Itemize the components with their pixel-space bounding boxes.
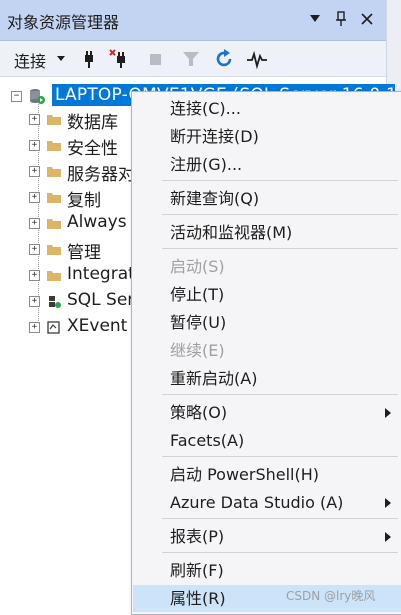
stop-icon[interactable] (145, 48, 167, 70)
menu-item-label: 启动 PowerShell(H) (170, 465, 320, 484)
menu-item[interactable]: 停止(T) (133, 281, 401, 308)
submenu-arrow-icon (385, 408, 391, 418)
expand-toggle[interactable]: + (29, 244, 40, 255)
menu-item-label: 停止(T) (170, 285, 225, 304)
menu-item-label: Facets(A) (170, 431, 245, 450)
context-menu: 连接(C)... 断开连接(D) 注册(G)... 新建查询(Q) 活动和监视器(M) 启… (131, 91, 401, 615)
connect-plug-icon[interactable] (78, 48, 100, 70)
activity-monitor-icon[interactable] (246, 48, 268, 70)
server-icon (30, 89, 45, 104)
sql-agent-icon (49, 296, 61, 308)
panel-title-bar: 对象资源管理器 (0, 0, 386, 41)
menu-item[interactable]: 启动(S) (133, 253, 401, 280)
menu-item-label: 暂停(U) (170, 313, 227, 332)
menu-item[interactable]: 策略(O) (133, 399, 401, 426)
panel-dropdown-button[interactable] (304, 8, 326, 30)
expand-toggle[interactable]: + (29, 296, 40, 307)
close-icon (361, 13, 373, 25)
menu-item[interactable]: 活动和监视器(M) (133, 219, 401, 246)
refresh-icon[interactable] (213, 48, 235, 70)
menu-item[interactable]: Facets(A) (133, 427, 401, 454)
submenu-arrow-icon (385, 532, 391, 542)
menu-separator (162, 456, 398, 457)
menu-item-label: 刷新(F) (170, 561, 224, 580)
menu-item[interactable]: 暂停(U) (133, 309, 401, 336)
connect-dropdown-button[interactable]: 连接 (14, 48, 46, 72)
filter-icon[interactable] (180, 48, 202, 70)
expand-toggle[interactable]: + (29, 166, 40, 177)
tree-node-label: SQL Ser (67, 290, 135, 310)
tree-node-label: 管理 (67, 243, 101, 263)
menu-item-label: Azure Data Studio (A) (170, 493, 344, 512)
menu-item-label: 活动和监视器(M) (170, 223, 293, 242)
menu-item-label: 继续(E) (170, 341, 225, 360)
tree-node-label: 服务器对 (67, 165, 135, 185)
dropdown-arrow-icon (310, 15, 320, 22)
menu-item-label: 启动(S) (170, 257, 225, 276)
tree-node-label: 复制 (67, 191, 101, 211)
folder-icon (47, 141, 61, 151)
disconnect-plug-icon[interactable] (108, 48, 130, 70)
menu-item[interactable]: 注册(G)... (133, 151, 401, 178)
watermark: CSDN @lry晚风 (286, 589, 376, 603)
tree-node-label: 安全性 (67, 139, 118, 159)
folder-icon (47, 167, 61, 177)
menu-item[interactable]: Azure Data Studio (A) (133, 489, 401, 516)
menu-item[interactable]: 启动 PowerShell(H) (133, 461, 401, 488)
folder-icon (47, 219, 61, 229)
menu-item[interactable]: 重新启动(A) (133, 365, 401, 392)
pin-button[interactable] (330, 8, 352, 30)
submenu-arrow-icon (385, 498, 391, 508)
expand-toggle[interactable]: + (29, 270, 40, 281)
menu-item[interactable]: 断开连接(D) (133, 123, 401, 150)
xevent-icon (47, 321, 60, 334)
menu-separator (162, 248, 398, 249)
tree-node-label: 数据库 (67, 113, 118, 133)
folder-icon (47, 115, 61, 125)
explorer-toolbar: 连接 (0, 41, 386, 77)
menu-item-label: 连接(C)... (170, 99, 241, 118)
expand-toggle[interactable]: + (29, 114, 40, 125)
chevron-down-icon[interactable] (57, 56, 65, 61)
tree-node-label: Integrat (67, 264, 135, 284)
pin-icon (336, 11, 346, 26)
menu-item[interactable]: 刷新(F) (133, 557, 401, 584)
menu-item-label: 属性(R) (170, 589, 226, 608)
menu-item-label: 注册(G)... (170, 155, 243, 174)
menu-item[interactable]: 新建查询(Q) (133, 185, 401, 212)
folder-icon (47, 245, 61, 255)
menu-separator (162, 214, 398, 215)
folder-icon (47, 271, 61, 281)
menu-separator (162, 518, 398, 519)
menu-item-label: 报表(P) (170, 527, 225, 546)
expand-toggle[interactable]: + (29, 192, 40, 203)
menu-item-label: 重新启动(A) (170, 369, 258, 388)
menu-item-label: 断开连接(D) (170, 127, 259, 146)
expand-toggle[interactable]: + (29, 218, 40, 229)
menu-item[interactable]: 报表(P) (133, 523, 401, 550)
menu-separator (162, 394, 398, 395)
panel-title: 对象资源管理器 (7, 13, 120, 32)
menu-item-label: 新建查询(Q) (170, 189, 260, 208)
menu-item[interactable]: 继续(E) (133, 337, 401, 364)
menu-separator (162, 180, 398, 181)
menu-item-label: 策略(O) (170, 403, 228, 422)
collapse-toggle[interactable]: − (11, 91, 22, 102)
tree-node-label: XEvent (67, 316, 128, 336)
expand-toggle[interactable]: + (29, 322, 40, 333)
menu-separator (162, 552, 398, 553)
expand-toggle[interactable]: + (29, 140, 40, 151)
folder-icon (47, 193, 61, 203)
menu-item[interactable]: 连接(C)... (133, 95, 401, 122)
tree-node-label: Always (67, 212, 127, 232)
close-panel-button[interactable] (356, 8, 378, 30)
